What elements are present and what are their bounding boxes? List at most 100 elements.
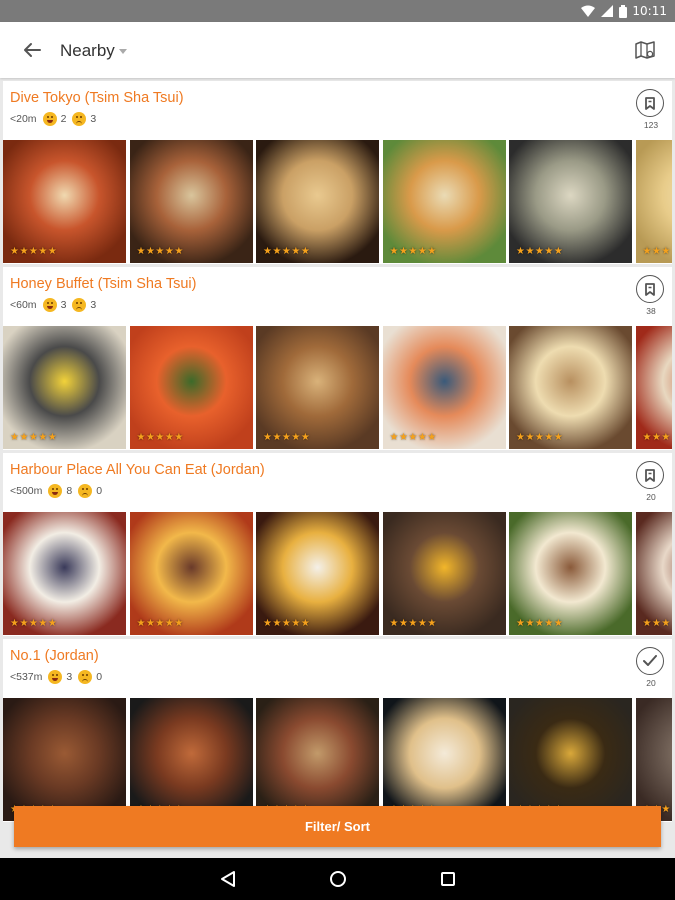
rating-stars: ★★★★★ — [389, 246, 437, 257]
food-photo[interactable]: ★★★★★ — [3, 326, 126, 449]
food-photo[interactable]: ★★★★★ — [509, 512, 632, 635]
food-photo[interactable]: ★★★★★ — [256, 326, 379, 449]
check-icon — [643, 655, 657, 666]
bookmark-button[interactable] — [636, 89, 664, 117]
smile-count: 3 — [66, 671, 73, 683]
rating-stars: ★★★ — [642, 432, 671, 443]
food-photo[interactable]: ★★★★★ — [382, 698, 506, 821]
food-photo-image — [635, 140, 672, 263]
restaurant-card[interactable]: Dive Tokyo (Tsim Sha Tsui) <20m 2 3 123 … — [3, 81, 672, 264]
photo-strip[interactable]: ★★★★★★★★★★★★★★★★★★★★★★★★★★★★ — [3, 512, 672, 635]
smile-icon — [48, 484, 63, 498]
food-photo[interactable]: ★★★★★ — [256, 512, 379, 635]
nav-recents-button[interactable] — [436, 867, 460, 891]
distance: <537m — [10, 671, 43, 683]
food-photo-image — [256, 512, 379, 635]
restaurant-name[interactable]: Honey Buffet (Tsim Sha Tsui) — [10, 276, 196, 292]
map-button[interactable] — [631, 36, 659, 64]
cry-count: 3 — [90, 299, 97, 311]
restaurant-card[interactable]: No.1 (Jordan) <537m 3 0 20 ★★★★★★★★★★★★★… — [3, 639, 672, 822]
wifi-icon — [581, 5, 595, 17]
food-photo-image — [129, 326, 253, 449]
food-photo[interactable]: ★★★★★ — [129, 140, 253, 263]
food-photo-image — [129, 698, 253, 821]
food-photo[interactable]: ★★★★★ — [129, 512, 253, 635]
food-photo[interactable]: ★★★★★ — [382, 512, 506, 635]
cry-icon — [72, 112, 87, 126]
rating-stars: ★★★★★ — [263, 618, 311, 629]
smile-icon — [42, 112, 57, 126]
cellular-signal-icon — [601, 5, 613, 17]
food-photo[interactable]: ★★★ — [635, 698, 672, 821]
food-photo-image — [3, 140, 126, 263]
rating-stars: ★★★★★ — [516, 246, 564, 257]
nav-back-button[interactable] — [216, 867, 240, 891]
smile-count: 2 — [60, 113, 67, 125]
bookmark-icon — [645, 468, 655, 482]
page-title[interactable]: Nearby — [60, 41, 127, 61]
smile-count: 3 — [60, 299, 67, 311]
food-photo[interactable]: ★★★ — [635, 326, 672, 449]
saved-button[interactable] — [636, 647, 664, 675]
status-time: 10:11 — [632, 4, 667, 18]
battery-icon — [619, 4, 627, 18]
nav-home-button[interactable] — [326, 867, 350, 891]
food-photo[interactable]: ★★★ — [635, 140, 672, 263]
food-photo[interactable]: ★★★★★ — [256, 698, 379, 821]
food-photo[interactable]: ★★★★★ — [129, 326, 253, 449]
photo-strip[interactable]: ★★★★★★★★★★★★★★★★★★★★★★★★★★★★ — [3, 140, 672, 263]
distance: <500m — [10, 485, 43, 497]
photo-strip[interactable]: ★★★★★★★★★★★★★★★★★★★★★★★★★★★★ — [3, 698, 672, 821]
restaurant-name[interactable]: Harbour Place All You Can Eat (Jordan) — [10, 462, 265, 478]
map-icon — [635, 41, 655, 59]
food-photo-image — [509, 326, 632, 449]
rating-stars: ★★★★★ — [10, 432, 58, 443]
cry-count: 0 — [96, 485, 103, 497]
food-photo[interactable]: ★★★ — [635, 512, 672, 635]
bookmark-button[interactable] — [636, 461, 664, 489]
bookmark-button[interactable] — [636, 275, 664, 303]
cry-count: 3 — [90, 113, 97, 125]
food-photo[interactable]: ★★★★★ — [382, 140, 506, 263]
rating-stars: ★★★★★ — [516, 618, 564, 629]
food-photo[interactable]: ★★★★★ — [3, 140, 126, 263]
back-button[interactable] — [18, 36, 46, 64]
status-icons — [581, 4, 627, 18]
rating-stars: ★★★★★ — [10, 246, 58, 257]
restaurant-card[interactable]: Honey Buffet (Tsim Sha Tsui) <60m 3 3 38… — [3, 267, 672, 450]
restaurant-meta: <20m 2 3 — [10, 112, 96, 126]
food-photo-image — [382, 140, 506, 263]
cry-icon — [78, 484, 93, 498]
distance: <60m — [10, 299, 37, 311]
smile-count: 8 — [66, 485, 73, 497]
food-photo[interactable]: ★★★★★ — [256, 140, 379, 263]
food-photo[interactable]: ★★★★★ — [382, 326, 506, 449]
photo-strip[interactable]: ★★★★★★★★★★★★★★★★★★★★★★★★★★★★ — [3, 326, 672, 449]
bookmark-count: 20 — [646, 492, 656, 502]
food-photo[interactable]: ★★★★★ — [509, 698, 632, 821]
food-photo-image — [509, 698, 632, 821]
rating-stars: ★★★★★ — [10, 618, 58, 629]
food-photo-image — [382, 326, 506, 449]
bookmark-count: 38 — [646, 306, 656, 316]
restaurant-name[interactable]: Dive Tokyo (Tsim Sha Tsui) — [10, 90, 184, 106]
food-photo[interactable]: ★★★★★ — [3, 512, 126, 635]
bookmark-icon — [645, 96, 655, 110]
food-photo[interactable]: ★★★★★ — [129, 698, 253, 821]
food-photo-image — [509, 512, 632, 635]
food-photo-image — [256, 326, 379, 449]
restaurant-meta: <537m 3 0 — [10, 670, 102, 684]
food-photo[interactable]: ★★★★★ — [509, 140, 632, 263]
filter-sort-button[interactable]: Filter/ Sort — [14, 806, 661, 847]
rating-stars: ★★★★★ — [516, 432, 564, 443]
food-photo[interactable]: ★★★★★ — [509, 326, 632, 449]
distance: <20m — [10, 113, 37, 125]
bookmark-count: 20 — [646, 678, 656, 688]
food-photo-image — [382, 698, 506, 821]
restaurant-card[interactable]: Harbour Place All You Can Eat (Jordan) <… — [3, 453, 672, 636]
rating-stars: ★★★★★ — [389, 432, 437, 443]
food-photo[interactable]: ★★★★★ — [3, 698, 126, 821]
restaurant-list[interactable]: Dive Tokyo (Tsim Sha Tsui) <20m 2 3 123 … — [0, 80, 675, 858]
smile-icon — [42, 298, 57, 312]
restaurant-name[interactable]: No.1 (Jordan) — [10, 648, 99, 664]
